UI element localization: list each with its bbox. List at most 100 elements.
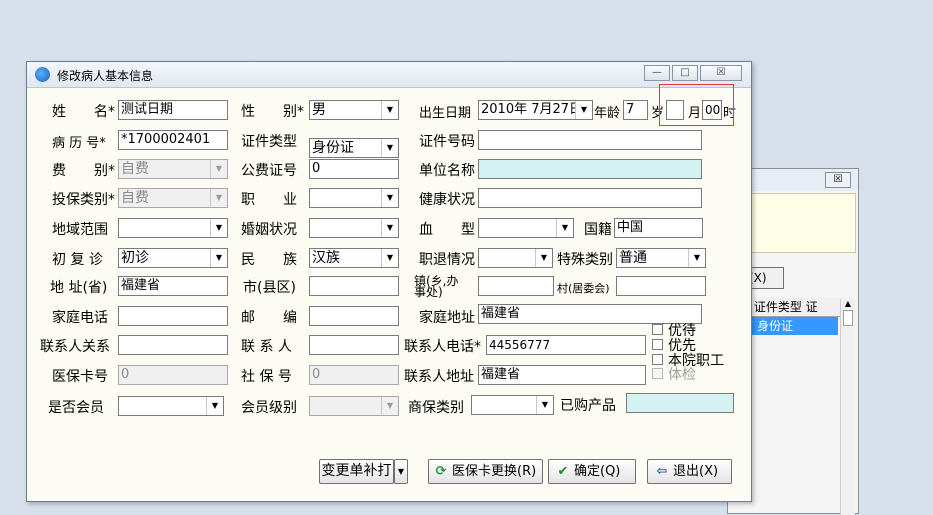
card-change-label: 医保卡更换(R) <box>452 464 537 479</box>
chevron-down-icon[interactable]: ▼ <box>688 249 705 267</box>
contact-rel-input[interactable] <box>118 335 228 355</box>
purchased-input[interactable] <box>626 393 734 413</box>
dialog-titlebar: 修改病人基本信息 — □ ☒ <box>27 62 751 88</box>
addr-province-input[interactable]: 福建省 <box>118 276 228 296</box>
contact-phone-input[interactable]: 44556777 <box>486 335 646 355</box>
member-level-select[interactable]: ▼ <box>309 396 399 416</box>
checkbox-youdai[interactable] <box>652 324 663 335</box>
insurance-card-input[interactable]: 0 <box>118 365 228 385</box>
ethnic-select[interactable]: 汉族 ▼ <box>309 248 399 268</box>
occupation-label: 职 业 <box>241 192 297 208</box>
fee-select[interactable]: 自费 ▼ <box>118 159 228 179</box>
nationality-input[interactable]: 中国 <box>614 218 703 238</box>
postcode-label: 邮 编 <box>241 310 297 326</box>
id-type-value: 身份证 <box>312 140 354 156</box>
employer-label: 单位名称 <box>419 163 475 179</box>
chevron-down-icon[interactable]: ▼ <box>381 189 398 207</box>
chevron-down-icon[interactable]: ▼ <box>535 249 552 267</box>
refresh-icon: ⟳ <box>435 464 447 479</box>
chevron-down-icon[interactable]: ▼ <box>210 249 227 267</box>
birth-date-value: 2010年 7月27日 <box>481 102 583 117</box>
insured-type-select[interactable]: 自费 ▼ <box>118 188 228 208</box>
gender-label: 性 别* <box>241 104 304 120</box>
social-no-input[interactable]: 0 <box>309 365 399 385</box>
chevron-down-icon: ▼ <box>210 160 227 178</box>
marriage-label: 婚姻状况 <box>241 222 297 238</box>
chevron-down-icon[interactable]: ▼ <box>575 101 592 119</box>
commercial-select[interactable]: ▼ <box>471 395 554 415</box>
chevron-down-icon[interactable]: ▼ <box>381 139 398 157</box>
chevron-down-icon: ▼ <box>397 467 405 476</box>
exit-label: 退出(X) <box>673 464 719 479</box>
minimize-button[interactable]: — <box>644 65 670 81</box>
contact-phone-label: 联系人电话* <box>404 339 481 355</box>
health-input[interactable] <box>478 188 702 208</box>
addr-province-label: 地 址(省) <box>50 280 108 296</box>
dialog-title: 修改病人基本信息 <box>57 69 154 83</box>
birth-date-picker[interactable]: 2010年 7月27日 ▼ <box>478 100 593 120</box>
highlight-box <box>659 84 734 126</box>
checkbox-youxian[interactable] <box>652 339 663 350</box>
region-label: 地域范围 <box>52 222 108 238</box>
close-button[interactable]: ☒ <box>700 65 742 81</box>
chevron-down-icon[interactable]: ▼ <box>536 396 553 414</box>
insurance-card-label: 医保卡号 <box>52 369 108 385</box>
member-select[interactable]: ▼ <box>118 396 224 416</box>
visit-select[interactable]: 初诊 ▼ <box>118 248 228 268</box>
contact-input[interactable] <box>309 335 399 355</box>
home-phone-input[interactable] <box>118 306 228 326</box>
employer-input[interactable] <box>478 159 702 179</box>
chevron-down-icon: ▼ <box>381 397 398 415</box>
age-input[interactable]: 7 <box>623 100 648 120</box>
chevron-down-icon[interactable]: ▼ <box>556 219 573 237</box>
id-no-input[interactable] <box>478 130 702 150</box>
special-select[interactable]: 普通 ▼ <box>616 248 706 268</box>
scroll-thumb[interactable] <box>843 310 853 326</box>
chevron-down-icon[interactable]: ▼ <box>381 249 398 267</box>
id-type-select[interactable]: 身份证 ▼ <box>309 138 399 158</box>
checkbox-staff[interactable] <box>652 354 663 365</box>
city-input[interactable] <box>309 276 399 296</box>
contact-rel-label: 联系人关系 <box>40 339 110 355</box>
contact-label: 联 系 人 <box>241 339 292 355</box>
background-scrollbar[interactable]: ▲ <box>840 299 855 515</box>
confirm-button[interactable]: ✔ 确定(Q) <box>548 459 636 484</box>
marriage-select[interactable]: ▼ <box>309 218 399 238</box>
maximize-button[interactable]: □ <box>672 65 698 81</box>
nationality-label: 国籍 <box>584 222 612 238</box>
checkmark-icon: ✔ <box>557 464 569 479</box>
blood-select[interactable]: ▼ <box>478 218 574 238</box>
chevron-down-icon[interactable]: ▼ <box>206 397 223 415</box>
retire-select[interactable]: ▼ <box>478 248 553 268</box>
gender-select[interactable]: 男 ▼ <box>309 100 399 120</box>
village-label: 村(居委会) <box>557 282 610 295</box>
chevron-down-icon[interactable]: ▼ <box>381 101 398 119</box>
background-panel <box>734 193 856 253</box>
chevron-down-icon[interactable]: ▼ <box>381 219 398 237</box>
exit-button[interactable]: ⇦ 退出(X) <box>647 459 732 484</box>
home-address-label: 家庭地址 <box>419 310 475 326</box>
name-input[interactable]: 测试日期 <box>118 100 228 120</box>
record-no-label: 病 历 号* <box>52 136 106 151</box>
card-change-button[interactable]: ⟳ 医保卡更换(R) <box>428 459 543 484</box>
background-table-row[interactable]: 77 身份证 <box>738 317 838 335</box>
reprint-dropdown-button[interactable]: ▼ <box>394 459 408 484</box>
chevron-down-icon[interactable]: ▼ <box>210 219 227 237</box>
visit-label: 初 复 诊 <box>52 252 103 268</box>
scroll-up-icon[interactable]: ▲ <box>841 299 855 308</box>
background-close-button[interactable]: ☒ <box>825 172 851 188</box>
public-fee-no-input[interactable]: 0 <box>309 159 399 179</box>
app-logo-icon <box>35 67 50 82</box>
checkbox-checkup[interactable] <box>652 368 663 379</box>
region-select[interactable]: ▼ <box>118 218 228 238</box>
occupation-select[interactable]: ▼ <box>309 188 399 208</box>
postcode-input[interactable] <box>309 306 399 326</box>
checkbox-checkup-label: 体检 <box>668 367 696 383</box>
reprint-button[interactable]: 变更单补打 <box>319 459 394 484</box>
village-input[interactable] <box>616 276 706 296</box>
confirm-label: 确定(Q) <box>574 464 621 479</box>
contact-address-input[interactable]: 福建省 <box>478 365 646 385</box>
record-no-input[interactable]: *1700002401 <box>118 130 228 150</box>
town-input[interactable] <box>478 276 554 296</box>
gender-value: 男 <box>312 102 326 118</box>
